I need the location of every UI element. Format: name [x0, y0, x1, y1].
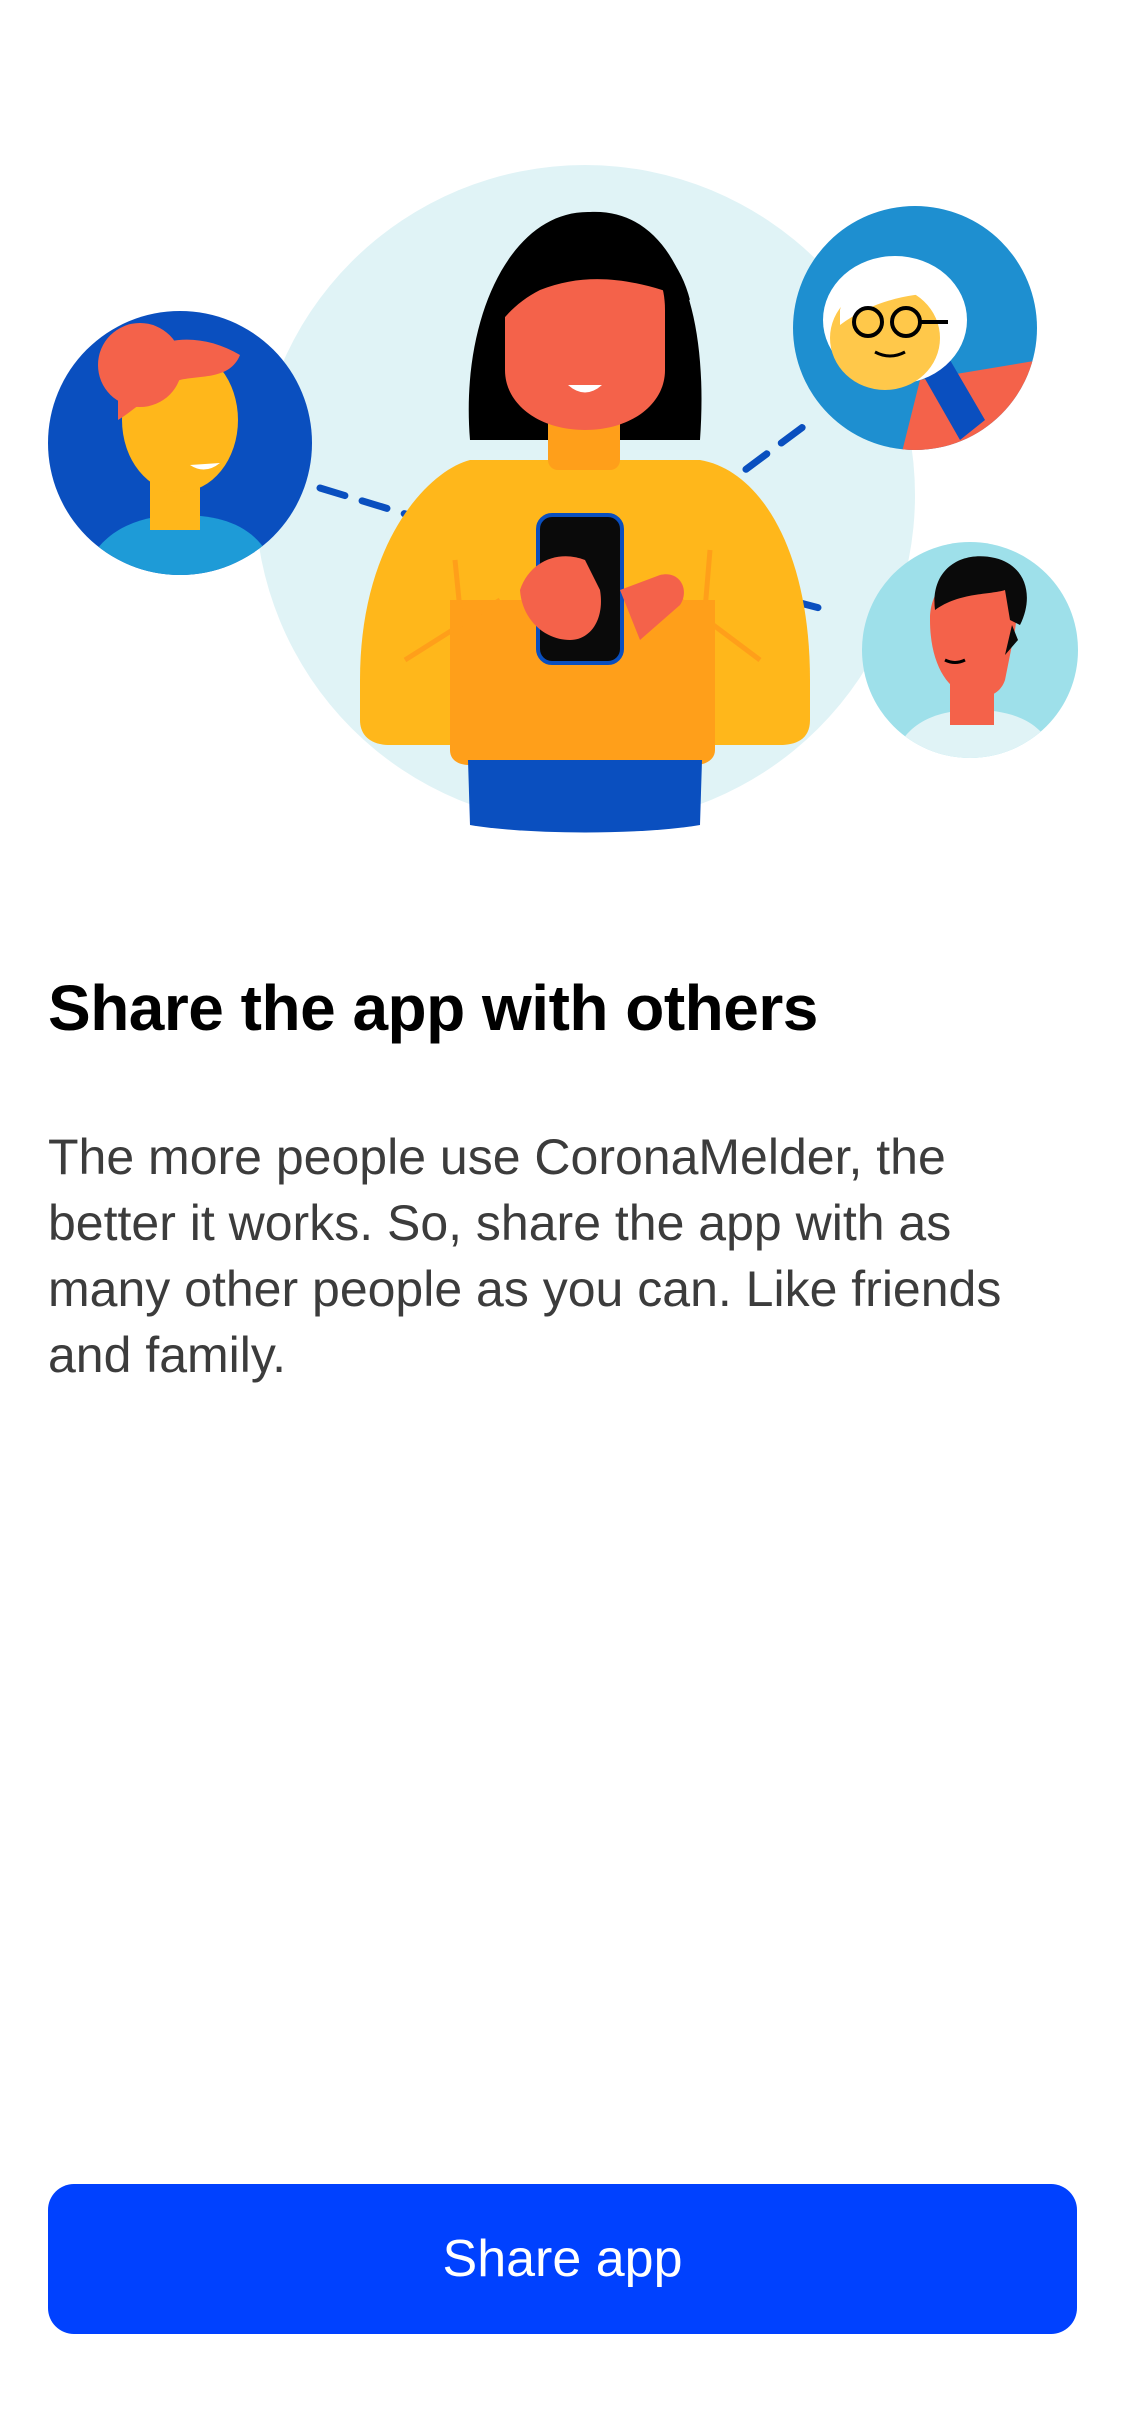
onboarding-screen: Share the app with others The more peopl… — [0, 0, 1125, 2436]
avatar-bottom-right — [862, 542, 1078, 758]
page-title: Share the app with others — [48, 972, 818, 1044]
share-app-button[interactable]: Share app — [48, 2184, 1077, 2334]
description-text: The more people use CoronaMelder, the be… — [48, 1129, 1002, 1383]
people-sharing-illustration — [0, 120, 1125, 860]
